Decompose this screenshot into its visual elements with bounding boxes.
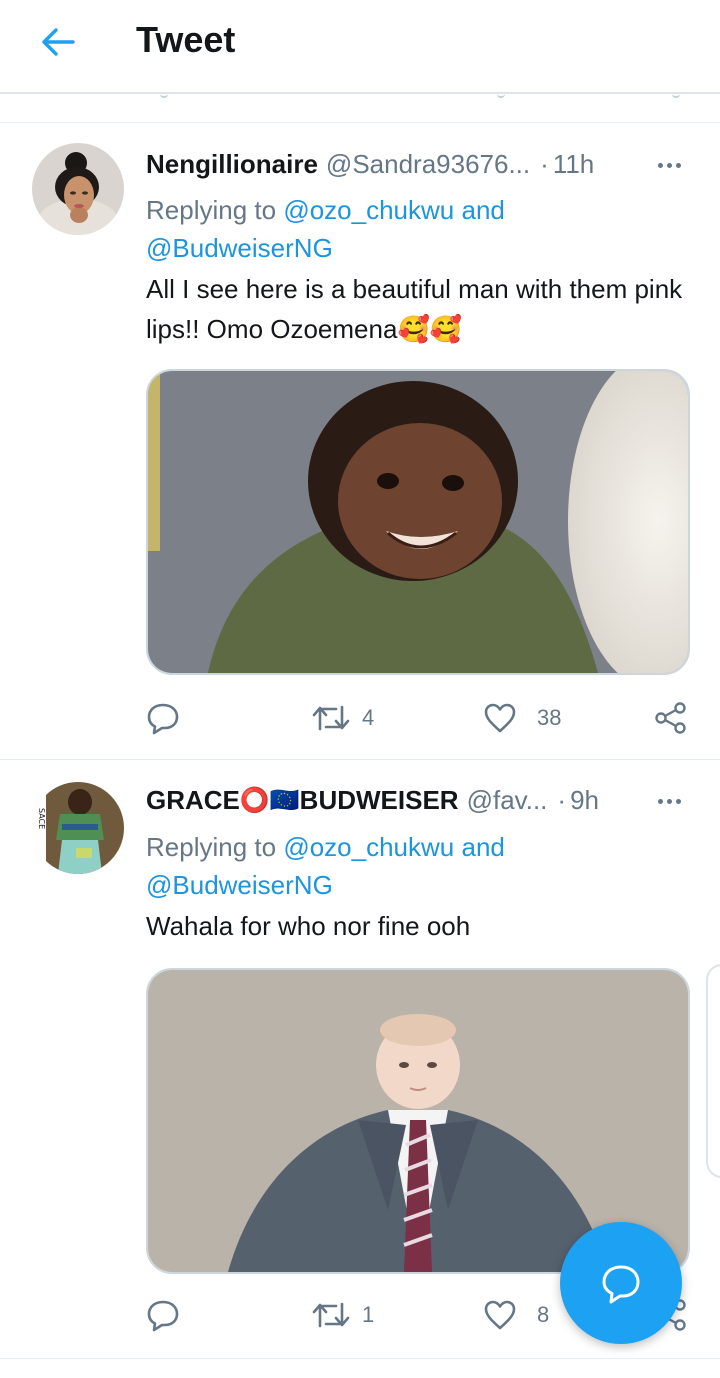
avatar[interactable]: SACE — [32, 782, 124, 874]
like-count: 8 — [537, 1302, 550, 1327]
baby-photo — [148, 371, 688, 673]
display-name[interactable]: Nengillionaire — [146, 149, 318, 180]
tweet-image[interactable] — [146, 369, 690, 675]
timestamp[interactable]: 11h — [553, 149, 594, 180]
flag-emoji: ⭕🇪🇺 — [239, 786, 300, 814]
like-count: 38 — [537, 705, 562, 730]
retweet-count: 4 — [362, 705, 375, 730]
share-button[interactable] — [654, 698, 688, 738]
replying-to: Replying to @ozo_chukwu and — [146, 191, 505, 229]
retweet-icon — [312, 705, 350, 731]
separator-dot: · — [540, 148, 549, 179]
partial-card-edge — [706, 964, 720, 1178]
share-icon — [655, 702, 686, 734]
avatar[interactable] — [32, 143, 124, 235]
avatar-image — [32, 143, 124, 235]
replying-to-line2: @BudweiserNG — [146, 229, 333, 267]
emoji: 🥰🥰 — [397, 314, 463, 344]
mention-link[interactable]: @ozo_chukwu — [283, 832, 454, 862]
mention-link[interactable]: @BudweiserNG — [146, 233, 333, 263]
comment-bubble-icon — [147, 1300, 179, 1332]
comment-bubble-icon — [147, 703, 179, 735]
conjunction[interactable]: and — [461, 195, 504, 225]
compose-reply-icon — [602, 1265, 640, 1304]
arrow-left-icon — [42, 28, 75, 56]
mention-link[interactable]: @BudweiserNG — [146, 870, 333, 900]
mention-link[interactable]: @ozo_chukwu — [283, 195, 454, 225]
page-title: Tweet — [136, 19, 236, 60]
compose-reply-button[interactable] — [560, 1222, 682, 1344]
heart-icon — [484, 1300, 516, 1330]
more-horizontal-icon — [656, 155, 683, 173]
display-name-suffix[interactable]: BUDWEISER — [300, 785, 459, 816]
previous-tweet-remnant — [0, 92, 720, 123]
tweet-text: Wahala for who nor fine ooh — [146, 911, 471, 941]
display-name[interactable]: GRACE — [146, 785, 240, 816]
tweet-header: GRACE ⭕🇪🇺 BUDWEISER @fav... · 9h — [146, 782, 599, 818]
back-button[interactable] — [36, 22, 80, 62]
replying-prefix: Replying to — [146, 832, 277, 862]
retweet-count: 1 — [362, 1302, 375, 1327]
tweet[interactable]: Nengillionaire @Sandra93676... · 11h Rep… — [0, 123, 720, 760]
retweet-button[interactable]: 1 — [312, 1295, 374, 1335]
like-button[interactable]: 38 — [483, 698, 561, 738]
tweet-text: All I see here is a beautiful man with t… — [146, 269, 686, 349]
replying-to: Replying to @ozo_chukwu and — [146, 828, 505, 866]
avatar-image: SACE — [32, 782, 124, 874]
reply-button[interactable] — [146, 1295, 192, 1335]
more-button[interactable] — [654, 785, 684, 815]
top-app-bar: Tweet — [0, 0, 720, 94]
separator-dot: · — [557, 784, 567, 815]
replying-to-line2: @BudweiserNG — [146, 866, 333, 904]
svg-text:SACE: SACE — [37, 808, 46, 829]
timestamp[interactable]: 9h — [570, 785, 599, 816]
tweet-header: Nengillionaire @Sandra93676... · 11h — [146, 146, 594, 182]
conjunction[interactable]: and — [461, 832, 504, 862]
user-handle[interactable]: @fav... — [467, 785, 548, 816]
heart-icon — [484, 703, 516, 733]
retweet-icon — [312, 1302, 350, 1328]
reply-button[interactable] — [146, 698, 192, 738]
more-horizontal-icon — [656, 791, 683, 809]
like-button[interactable]: 8 — [483, 1295, 549, 1335]
replying-prefix: Replying to — [146, 195, 277, 225]
retweet-button[interactable]: 4 — [312, 698, 374, 738]
tweet-actions: 4 38 — [146, 698, 692, 738]
user-handle[interactable]: @Sandra93676... — [326, 149, 530, 180]
more-button[interactable] — [654, 149, 684, 179]
